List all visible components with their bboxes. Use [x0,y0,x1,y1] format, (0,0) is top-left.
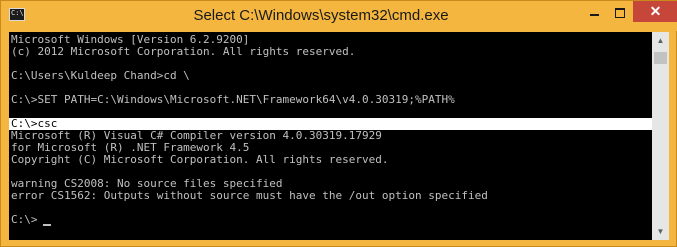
console-line: C:\>SET PATH=C:\Windows\Microsoft.NET\Fr… [11,93,455,106]
scroll-thumb[interactable] [654,52,667,64]
console-line: error CS1562: Outputs without source mus… [11,189,488,202]
console-output[interactable]: Microsoft Windows [Version 6.2.9200] (c)… [9,32,652,240]
close-icon: ✕ [649,3,662,19]
cmd-window: Select C:\Windows\system32\cmd.exe ✕ Mic… [0,0,677,247]
console-line: (c) 2012 Microsoft Corporation. All righ… [11,45,356,58]
text-cursor [43,224,51,226]
scroll-up-arrow-icon[interactable]: ▲ [652,32,669,49]
scroll-down-arrow-icon[interactable]: ▼ [652,223,669,240]
minimize-icon [589,13,599,16]
console-line: C:\> [11,213,38,226]
vertical-scrollbar[interactable]: ▲ ▼ [652,32,669,240]
close-button[interactable]: ✕ [633,1,677,22]
console-line: C:\Users\Kuldeep Chand>cd \ [11,69,190,82]
title-bar[interactable]: Select C:\Windows\system32\cmd.exe ✕ [1,1,677,31]
maximize-icon [615,7,625,18]
minimize-button[interactable] [581,1,607,22]
console-line: Copyright (C) Microsoft Corporation. All… [11,153,389,166]
window-title: Select C:\Windows\system32\cmd.exe [193,7,449,24]
maximize-button[interactable] [607,1,633,22]
